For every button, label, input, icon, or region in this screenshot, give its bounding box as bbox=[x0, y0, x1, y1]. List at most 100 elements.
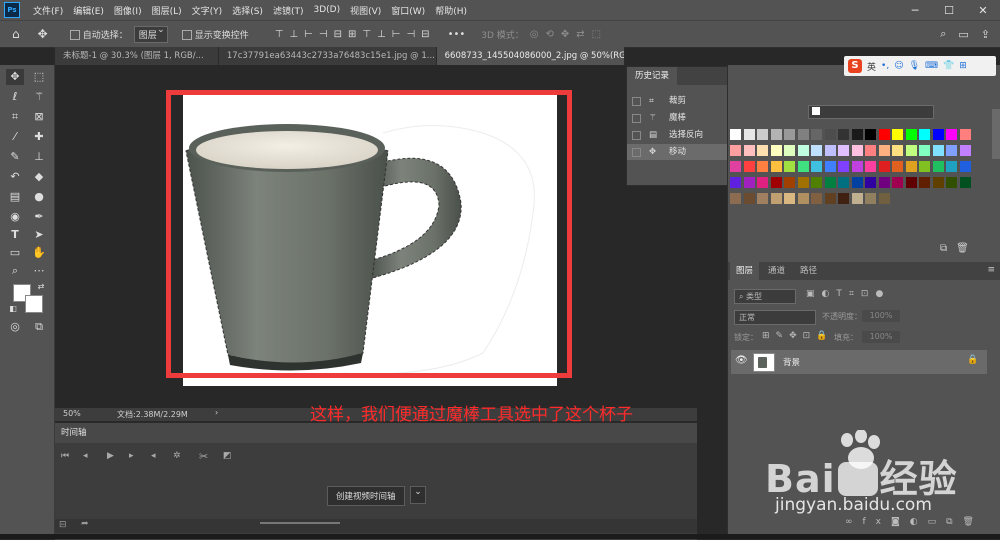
color-swatch[interactable] bbox=[932, 145, 944, 156]
color-swatch[interactable] bbox=[730, 193, 741, 204]
color-swatch[interactable] bbox=[905, 129, 917, 140]
timeline-mode-icon[interactable]: ⊟ bbox=[59, 520, 67, 530]
menu-file[interactable]: 文件(F) bbox=[28, 4, 68, 17]
color-swatch[interactable] bbox=[919, 145, 930, 156]
workspace-icon[interactable]: ▭ bbox=[958, 28, 968, 41]
keyboard-icon[interactable]: ⌨ bbox=[925, 61, 938, 71]
color-swatch[interactable] bbox=[959, 145, 971, 156]
color-swatch[interactable] bbox=[851, 129, 863, 140]
zoom-slider[interactable] bbox=[260, 522, 340, 524]
tab-history[interactable]: 历史记录 bbox=[627, 67, 678, 85]
sogou-logo-icon[interactable]: S bbox=[848, 59, 862, 73]
color-swatch[interactable] bbox=[743, 161, 755, 172]
color-swatch[interactable] bbox=[770, 161, 782, 172]
fill-input[interactable]: 100% bbox=[862, 331, 900, 343]
color-swatch[interactable] bbox=[743, 129, 755, 140]
menu-filter[interactable]: 滤镜(T) bbox=[268, 4, 309, 17]
color-swatch[interactable] bbox=[892, 177, 903, 188]
color-swatch[interactable] bbox=[824, 129, 836, 140]
ime-language[interactable]: 英 bbox=[867, 60, 876, 73]
new-swatch-icon[interactable]: ⧉ bbox=[940, 243, 956, 254]
pen-tool-icon[interactable]: ✒ bbox=[30, 209, 48, 225]
color-swatch[interactable] bbox=[838, 193, 849, 204]
lasso-tool-icon[interactable]: ℓ bbox=[6, 89, 24, 105]
color-swatch[interactable] bbox=[919, 177, 930, 188]
tab-channels[interactable]: 通道 bbox=[762, 262, 791, 280]
color-swatch[interactable] bbox=[865, 193, 876, 204]
play-icon[interactable]: ▶ bbox=[107, 451, 114, 461]
minimize-button[interactable]: ─ bbox=[898, 4, 932, 17]
color-swatch[interactable] bbox=[797, 161, 809, 172]
color-swatch[interactable] bbox=[824, 193, 836, 204]
quick-mask-icon[interactable]: ◎ bbox=[6, 319, 24, 335]
3d-mode-icons[interactable]: ◎⟲✥⇄⬚ bbox=[530, 29, 608, 40]
status-arrow-icon[interactable]: › bbox=[215, 408, 218, 417]
color-swatch[interactable] bbox=[757, 161, 768, 172]
tab-document-1[interactable]: 未标题-1 @ 30.3% (图层 1, RGB/... bbox=[55, 47, 219, 65]
menu-edit[interactable]: 编辑(E) bbox=[68, 4, 109, 17]
tab-paths[interactable]: 路径 bbox=[794, 262, 823, 280]
layer-filter-dropdown[interactable]: ⌕ 类型 bbox=[734, 289, 796, 304]
menu-3d[interactable]: 3D(D) bbox=[308, 5, 345, 15]
healing-tool-icon[interactable]: ✚ bbox=[30, 129, 48, 145]
color-swatch[interactable] bbox=[743, 177, 755, 188]
color-swatch[interactable] bbox=[797, 177, 809, 188]
color-swatch[interactable] bbox=[824, 177, 836, 188]
zoom-level[interactable]: 50% bbox=[63, 409, 81, 418]
home-icon[interactable]: ⌂ bbox=[12, 27, 20, 41]
color-swatch[interactable] bbox=[743, 193, 755, 204]
color-swatch[interactable] bbox=[905, 161, 917, 172]
align-icons[interactable]: ⊤⊥⊢⊣⊟⊞⊤⊥⊢⊣⊟ bbox=[275, 29, 436, 40]
search-icon[interactable]: ⌕ bbox=[940, 27, 946, 41]
color-swatch[interactable] bbox=[959, 177, 971, 188]
layer-filter-icons[interactable]: ▣◐T⌗⊡● bbox=[806, 289, 890, 299]
show-transform-checkbox[interactable]: 显示变换控件 bbox=[181, 28, 249, 41]
move-tool-icon[interactable]: ✥ bbox=[6, 69, 24, 85]
color-swatch[interactable] bbox=[878, 145, 890, 156]
color-swatch[interactable] bbox=[730, 145, 741, 156]
color-swatch[interactable] bbox=[757, 145, 768, 156]
brush-tool-icon[interactable]: ✎ bbox=[6, 149, 24, 165]
menu-image[interactable]: 图像(I) bbox=[109, 4, 147, 17]
blur-tool-icon[interactable]: ● bbox=[30, 189, 48, 205]
color-swatch[interactable] bbox=[932, 177, 944, 188]
color-swatch[interactable] bbox=[878, 177, 890, 188]
magic-wand-tool-icon[interactable]: ⚚ bbox=[30, 89, 48, 105]
menu-layer[interactable]: 图层(L) bbox=[147, 4, 187, 17]
color-swatch[interactable] bbox=[946, 177, 957, 188]
color-swatch[interactable] bbox=[838, 129, 849, 140]
marquee-tool-icon[interactable]: ⬚ bbox=[30, 69, 48, 85]
zoom-tool-icon[interactable]: ⌕ bbox=[6, 263, 24, 279]
color-swatch[interactable] bbox=[892, 145, 903, 156]
color-swatch[interactable] bbox=[784, 193, 795, 204]
more-tools-icon[interactable]: ⋯ bbox=[30, 263, 48, 279]
color-swatch[interactable] bbox=[743, 145, 755, 156]
opacity-input[interactable]: 100% bbox=[862, 310, 900, 322]
color-swatch[interactable] bbox=[770, 129, 782, 140]
color-swatch[interactable] bbox=[865, 161, 876, 172]
share-icon[interactable]: ⇪ bbox=[981, 28, 990, 41]
color-swatch[interactable] bbox=[730, 161, 741, 172]
color-swatch[interactable] bbox=[892, 161, 903, 172]
lock-icons[interactable]: ⊞✎✥⊡🔒 bbox=[762, 331, 833, 341]
create-video-timeline-button[interactable]: 创建视频时间轴 bbox=[327, 486, 405, 506]
color-swatch[interactable] bbox=[851, 193, 863, 204]
color-swatch[interactable] bbox=[851, 161, 863, 172]
color-swatch[interactable] bbox=[730, 177, 741, 188]
color-swatch[interactable] bbox=[757, 129, 768, 140]
color-swatch[interactable] bbox=[905, 145, 917, 156]
color-swatch[interactable] bbox=[878, 193, 890, 204]
color-swatch[interactable] bbox=[811, 193, 822, 204]
swatch-white-preview[interactable] bbox=[812, 107, 820, 115]
color-swatch[interactable] bbox=[824, 145, 836, 156]
color-swatch[interactable] bbox=[865, 145, 876, 156]
next-frame-icon[interactable]: ▸ bbox=[129, 451, 134, 461]
trash-icon[interactable]: 🗑 bbox=[956, 243, 978, 254]
color-swatch[interactable] bbox=[919, 129, 930, 140]
eyedropper-tool-icon[interactable]: ⁄ bbox=[6, 129, 24, 145]
color-swatch[interactable] bbox=[959, 129, 971, 140]
snapshot-checkbox[interactable] bbox=[632, 148, 641, 157]
punctuation-icon[interactable]: •, bbox=[881, 61, 889, 71]
voice-icon[interactable]: 🎙 bbox=[909, 61, 920, 71]
history-brush-icon[interactable]: ↶ bbox=[6, 169, 24, 185]
